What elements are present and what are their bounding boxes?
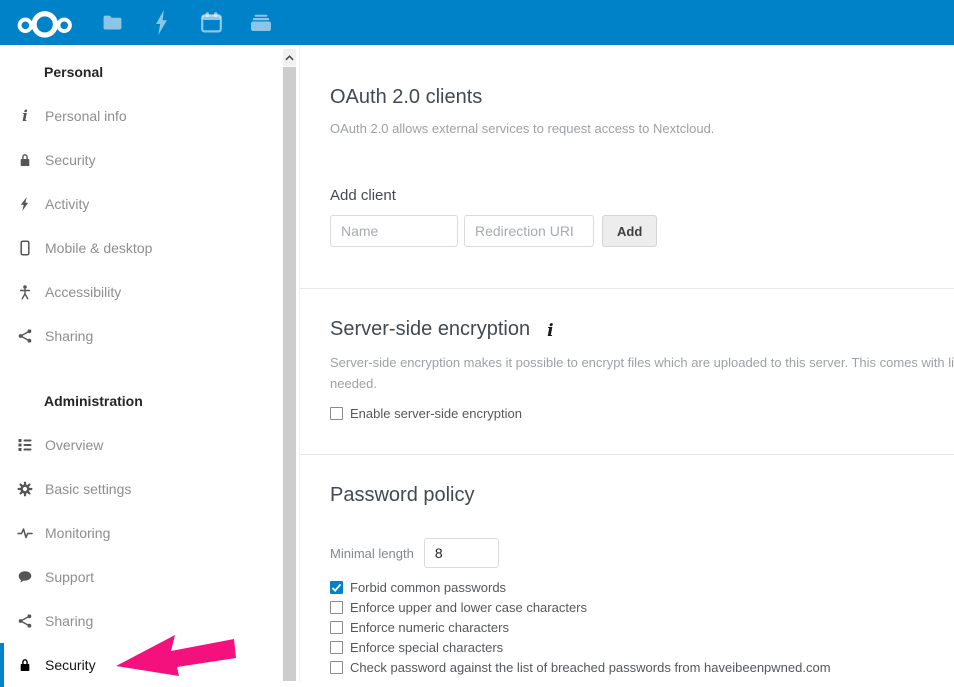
sidebar-item-label: Security: [45, 657, 96, 673]
redirection-uri-input[interactable]: [464, 215, 594, 247]
enforce-special-row[interactable]: Enforce special characters: [330, 637, 954, 657]
sidebar-item-sharing-admin[interactable]: Sharing: [0, 599, 299, 643]
minimal-length-input[interactable]: [424, 538, 499, 568]
activity-app-button[interactable]: [141, 0, 181, 45]
sidebar-heading-personal: Personal: [0, 50, 299, 94]
sidebar-item-label: Support: [45, 569, 94, 585]
sidebar-item-security-personal[interactable]: Security: [0, 138, 299, 182]
calendar-icon: [201, 12, 222, 33]
phone-icon: [17, 240, 33, 256]
sidebar-item-label: Activity: [45, 196, 89, 212]
enforce-numeric-row[interactable]: Enforce numeric characters: [330, 617, 954, 637]
sidebar-item-accessibility[interactable]: Accessibility: [0, 270, 299, 314]
top-header: [0, 0, 954, 45]
encryption-section: Server-side encryption i Server-side enc…: [300, 288, 954, 454]
checkbox-unchecked-icon[interactable]: [330, 601, 343, 614]
pulse-icon: [17, 525, 33, 541]
forbid-common-passwords-row[interactable]: Forbid common passwords: [330, 577, 954, 597]
add-client-heading: Add client: [330, 187, 954, 204]
nextcloud-logo-icon: [5, 2, 79, 44]
checkbox-unchecked-icon[interactable]: [330, 621, 343, 634]
password-policy-checkbox-list: Forbid common passwords Enforce upper an…: [330, 577, 954, 677]
add-client-row: Add: [330, 215, 954, 247]
lightning-icon: [17, 196, 33, 212]
sidebar-item-label: Mobile & desktop: [45, 240, 152, 256]
deck-icon: [250, 13, 272, 32]
settings-content: OAuth 2.0 clients OAuth 2.0 allows exter…: [300, 45, 954, 677]
gear-icon: [17, 481, 33, 497]
sidebar-scrollbar[interactable]: [283, 49, 296, 681]
checkbox-unchecked-icon[interactable]: [330, 641, 343, 654]
enable-encryption-label: Enable server-side encryption: [350, 406, 522, 421]
password-policy-section: Password policy Minimal length Forbid co…: [300, 454, 954, 677]
calendar-app-button[interactable]: [191, 0, 231, 45]
sidebar-item-label: Accessibility: [45, 284, 121, 300]
activity-icon: [154, 10, 169, 35]
sidebar-item-label: Sharing: [45, 328, 93, 344]
sidebar-item-label: Personal info: [45, 108, 127, 124]
sidebar-item-overview[interactable]: Overview: [0, 423, 299, 467]
sidebar-item-label: Monitoring: [45, 525, 110, 541]
share-icon: [17, 328, 33, 344]
checkbox-label: Enforce numeric characters: [350, 620, 509, 635]
files-app-button[interactable]: [92, 0, 132, 45]
minimal-length-row: Minimal length: [330, 538, 954, 568]
encryption-description-line1: Server-side encryption makes it possible…: [330, 352, 954, 373]
oauth-title: OAuth 2.0 clients: [330, 84, 954, 111]
sidebar-item-label: Basic settings: [45, 481, 131, 497]
enforce-upper-lower-row[interactable]: Enforce upper and lower case characters: [330, 597, 954, 617]
oauth-section: OAuth 2.0 clients OAuth 2.0 allows exter…: [300, 45, 954, 288]
settings-nav: Personal i Personal info Security Activi…: [0, 45, 299, 687]
sidebar-item-support[interactable]: Support: [0, 555, 299, 599]
files-icon: [103, 15, 122, 30]
scrollbar-up-button[interactable]: [283, 49, 296, 66]
sidebar-item-activity[interactable]: Activity: [0, 182, 299, 226]
sidebar-item-monitoring[interactable]: Monitoring: [0, 511, 299, 555]
share-icon: [17, 613, 33, 629]
deck-app-button[interactable]: [241, 0, 281, 45]
checkbox-label: Check password against the list of breac…: [350, 660, 831, 675]
chat-icon: [17, 569, 33, 585]
add-client-button[interactable]: Add: [602, 215, 657, 247]
check-breached-passwords-row[interactable]: Check password against the list of breac…: [330, 657, 954, 677]
minimal-length-label: Minimal length: [330, 546, 414, 561]
settings-sidebar: Personal i Personal info Security Activi…: [0, 45, 300, 681]
sidebar-item-basic-settings[interactable]: Basic settings: [0, 467, 299, 511]
chevron-up-icon: [285, 55, 294, 61]
checkbox-checked-icon[interactable]: [330, 581, 343, 594]
scrollbar-thumb[interactable]: [283, 67, 296, 681]
oauth-description: OAuth 2.0 allows external services to re…: [330, 121, 954, 137]
sidebar-item-personal-info[interactable]: i Personal info: [0, 94, 299, 138]
checkbox-label: Forbid common passwords: [350, 580, 506, 595]
password-policy-title: Password policy: [330, 482, 954, 509]
lock-icon: [17, 657, 33, 673]
lock-icon: [17, 152, 33, 168]
sidebar-item-label: Security: [45, 152, 96, 168]
encryption-title: Server-side encryption: [330, 316, 530, 343]
checkbox-unchecked-icon[interactable]: [330, 407, 343, 420]
sidebar-heading-administration: Administration: [0, 379, 299, 423]
nextcloud-logo[interactable]: [2, 0, 82, 45]
encryption-description: Server-side encryption makes it possible…: [330, 352, 954, 394]
accessibility-icon: [17, 284, 33, 300]
sidebar-item-sharing-personal[interactable]: Sharing: [0, 314, 299, 358]
sidebar-item-mobile-desktop[interactable]: Mobile & desktop: [0, 226, 299, 270]
info-icon[interactable]: i: [547, 321, 553, 341]
sidebar-item-label: Overview: [45, 437, 103, 453]
sidebar-item-security-admin[interactable]: Security: [0, 643, 299, 687]
info-icon: i: [17, 108, 33, 124]
sidebar-item-label: Sharing: [45, 613, 93, 629]
client-name-input[interactable]: [330, 215, 458, 247]
enable-encryption-checkbox-row[interactable]: Enable server-side encryption: [330, 406, 954, 421]
checkbox-label: Enforce special characters: [350, 640, 503, 655]
encryption-description-line2: needed.: [330, 373, 954, 394]
list-icon: [17, 437, 33, 453]
checkbox-label: Enforce upper and lower case characters: [350, 600, 587, 615]
checkbox-unchecked-icon[interactable]: [330, 661, 343, 674]
